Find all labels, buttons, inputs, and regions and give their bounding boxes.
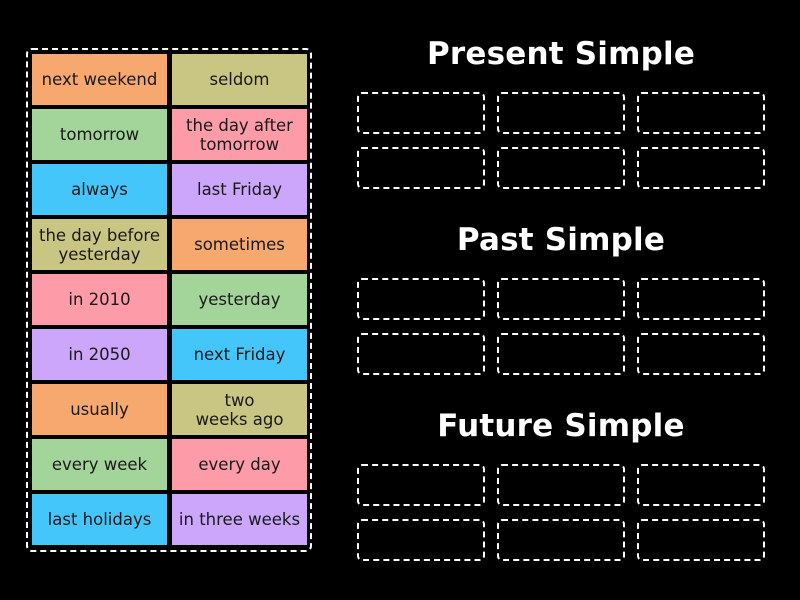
word-card[interactable]: always [32,164,167,215]
drop-slot[interactable] [357,147,485,189]
word-card[interactable]: every week [32,439,167,490]
word-card[interactable]: in 2050 [32,329,167,380]
word-card[interactable]: usually [32,384,167,435]
word-card[interactable]: in 2010 [32,274,167,325]
word-card[interactable]: tomorrow [32,109,167,160]
word-card[interactable]: last Friday [172,164,307,215]
word-card[interactable]: last holidays [32,494,167,545]
drop-slot[interactable] [497,147,625,189]
word-card[interactable]: seldom [172,54,307,105]
drop-slot[interactable] [497,333,625,375]
group-title: Future Simple [437,408,685,444]
word-card[interactable]: every day [172,439,307,490]
group-title: Present Simple [426,36,696,72]
drop-slot[interactable] [357,92,485,134]
drop-slot[interactable] [497,464,625,506]
drop-slot[interactable] [637,464,765,506]
word-card[interactable]: in three weeks [172,494,307,545]
word-card[interactable]: the day before yesterday [32,219,167,270]
drop-slot[interactable] [357,464,485,506]
drop-slot[interactable] [357,519,485,561]
drop-slot[interactable] [637,147,765,189]
word-card[interactable]: sometimes [172,219,307,270]
drop-slot[interactable] [637,333,765,375]
drop-slot[interactable] [637,278,765,320]
word-card[interactable]: the day after tomorrow [172,109,307,160]
word-card[interactable]: two weeks ago [172,384,307,435]
drop-slot[interactable] [497,278,625,320]
word-card[interactable]: yesterday [172,274,307,325]
drop-slot[interactable] [357,278,485,320]
drop-slot[interactable] [637,92,765,134]
drop-slot[interactable] [497,92,625,134]
drop-slot[interactable] [637,519,765,561]
word-card[interactable]: next Friday [172,329,307,380]
word-card[interactable]: next weekend [32,54,167,105]
drop-slot[interactable] [497,519,625,561]
drop-slot[interactable] [357,333,485,375]
group-title: Past Simple [456,222,666,258]
